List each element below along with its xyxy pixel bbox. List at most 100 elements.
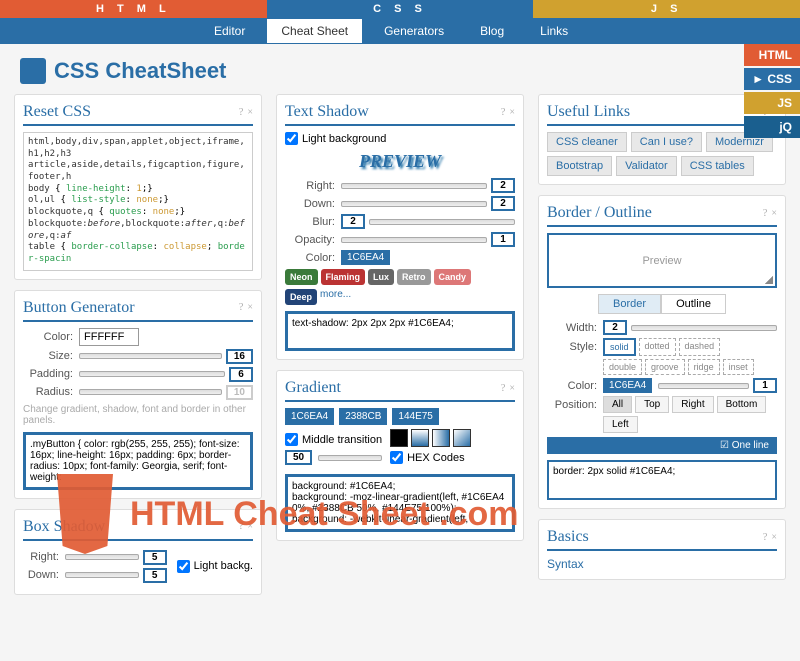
tab-css[interactable]: C S S xyxy=(267,0,534,18)
pos-bottom[interactable]: Bottom xyxy=(717,396,767,413)
panel-text-shadow: Text Shadow?× Light background PREVIEW R… xyxy=(276,94,524,360)
ts-blur-value: 2 xyxy=(341,214,365,229)
help-icon[interactable]: ? xyxy=(239,302,243,313)
ts-output[interactable]: text-shadow: 2px 2px 2px #1C6EA4; xyxy=(285,311,515,351)
logo-icon xyxy=(20,58,46,84)
border-width-value: 2 xyxy=(603,320,627,335)
nav-generators[interactable]: Generators xyxy=(370,19,458,43)
ts-lightbg-checkbox[interactable] xyxy=(285,132,298,145)
side-tab-js[interactable]: JS xyxy=(744,92,800,114)
more-presets-link[interactable]: more... xyxy=(320,289,351,305)
grad-swatch[interactable] xyxy=(390,429,408,447)
grad-middle-label: Middle transition xyxy=(302,434,382,446)
size-slider[interactable] xyxy=(79,353,222,359)
border-color-chip[interactable]: 1C6EA4 xyxy=(603,378,652,393)
style-inset[interactable]: inset xyxy=(723,359,754,375)
panel-title-basics: Basics xyxy=(547,528,589,546)
ts-label-down: Down: xyxy=(285,198,335,210)
close-icon[interactable]: × xyxy=(247,107,253,118)
reset-css-code[interactable]: html,body,div,span,applet,object,iframe,… xyxy=(23,132,253,271)
style-solid[interactable]: solid xyxy=(603,338,636,356)
grad-swatch[interactable] xyxy=(432,429,450,447)
close-icon[interactable]: × xyxy=(509,107,515,118)
grad-color-1[interactable]: 1C6EA4 xyxy=(285,408,334,425)
panel-title-textshadow: Text Shadow xyxy=(285,103,369,121)
preset-flaming[interactable]: Flaming xyxy=(321,269,366,285)
tab-html[interactable]: H T M L xyxy=(0,0,267,18)
close-icon[interactable]: × xyxy=(247,521,253,532)
pos-top[interactable]: Top xyxy=(635,396,669,413)
padding-slider[interactable] xyxy=(79,371,225,377)
tab-js[interactable]: J S xyxy=(533,0,800,18)
grad-hex-checkbox[interactable] xyxy=(390,451,403,464)
link-validator[interactable]: Validator xyxy=(616,156,677,176)
ts-blur-slider[interactable] xyxy=(369,219,515,225)
basics-syntax-link[interactable]: Syntax xyxy=(547,557,777,571)
nav-cheatsheet[interactable]: Cheat Sheet xyxy=(267,19,362,43)
link-csstables[interactable]: CSS tables xyxy=(681,156,754,176)
ts-down-slider[interactable] xyxy=(341,201,487,207)
button-output[interactable]: .myButton { color: rgb(255, 255, 255); f… xyxy=(23,432,253,490)
close-icon[interactable]: × xyxy=(247,302,253,313)
style-dotted[interactable]: dotted xyxy=(639,338,676,356)
side-tab-jq[interactable]: jQ xyxy=(744,116,800,138)
help-icon[interactable]: ? xyxy=(763,532,767,543)
radius-slider[interactable] xyxy=(79,389,222,395)
border-opacity-slider[interactable] xyxy=(658,383,749,389)
style-double[interactable]: double xyxy=(603,359,642,375)
tab-outline[interactable]: Outline xyxy=(661,294,726,314)
bs-down-slider[interactable] xyxy=(65,572,139,578)
close-icon[interactable]: × xyxy=(771,208,777,219)
grad-swatch[interactable] xyxy=(453,429,471,447)
nav-links[interactable]: Links xyxy=(526,19,582,43)
ts-right-value: 2 xyxy=(491,178,515,193)
preset-lux[interactable]: Lux xyxy=(368,269,394,285)
style-groove[interactable]: groove xyxy=(645,359,685,375)
tab-border[interactable]: Border xyxy=(598,294,661,314)
nav-editor[interactable]: Editor xyxy=(200,19,259,43)
panel-box-shadow: Box Shadow?× Right:5 Down:5 Light backg. xyxy=(14,509,262,595)
grad-middle-checkbox[interactable] xyxy=(285,433,298,446)
label-padding: Padding: xyxy=(23,368,73,380)
grad-output[interactable]: background: #1C6EA4; background: -moz-li… xyxy=(285,474,515,532)
style-ridge[interactable]: ridge xyxy=(688,359,720,375)
panel-title-buttongen: Button Generator xyxy=(23,299,135,317)
nav-blog[interactable]: Blog xyxy=(466,19,518,43)
color-input[interactable] xyxy=(79,328,139,346)
link-bootstrap[interactable]: Bootstrap xyxy=(547,156,612,176)
grad-color-3[interactable]: 144E75 xyxy=(392,408,438,425)
pos-right[interactable]: Right xyxy=(672,396,713,413)
bs-right-slider[interactable] xyxy=(65,554,139,560)
side-tab-css[interactable]: ► CSS xyxy=(744,68,800,90)
panel-title-border: Border / Outline xyxy=(547,204,652,222)
help-icon[interactable]: ? xyxy=(763,208,767,219)
help-icon[interactable]: ? xyxy=(239,107,243,118)
grad-mid-slider[interactable] xyxy=(318,455,382,461)
label-size: Size: xyxy=(23,350,73,362)
ts-color-chip[interactable]: 1C6EA4 xyxy=(341,250,390,265)
pos-all[interactable]: All xyxy=(603,396,632,413)
preset-neon[interactable]: Neon xyxy=(285,269,318,285)
ts-opacity-slider[interactable] xyxy=(341,237,487,243)
close-icon[interactable]: × xyxy=(509,383,515,394)
help-icon[interactable]: ? xyxy=(501,383,505,394)
link-css-cleaner[interactable]: CSS cleaner xyxy=(547,132,627,152)
border-output[interactable]: border: 2px solid #1C6EA4; xyxy=(547,460,777,500)
side-tab-html[interactable]: HTML xyxy=(744,44,800,66)
grad-color-2[interactable]: 2388CB xyxy=(339,408,387,425)
preset-deep[interactable]: Deep xyxy=(285,289,317,305)
oneline-toggle[interactable]: ☑ One line xyxy=(547,437,777,454)
preset-candy[interactable]: Candy xyxy=(434,269,472,285)
border-width-slider[interactable] xyxy=(631,325,777,331)
style-dashed[interactable]: dashed xyxy=(679,338,721,356)
ts-right-slider[interactable] xyxy=(341,183,487,189)
bs-lightbg-checkbox[interactable] xyxy=(177,560,190,573)
close-icon[interactable]: × xyxy=(771,532,777,543)
help-icon[interactable]: ? xyxy=(501,107,505,118)
pos-left[interactable]: Left xyxy=(603,416,638,433)
help-icon[interactable]: ? xyxy=(239,521,243,532)
ts-lightbg-label: Light background xyxy=(302,133,386,145)
preset-retro[interactable]: Retro xyxy=(397,269,431,285)
link-caniuse[interactable]: Can I use? xyxy=(631,132,702,152)
grad-swatch[interactable] xyxy=(411,429,429,447)
